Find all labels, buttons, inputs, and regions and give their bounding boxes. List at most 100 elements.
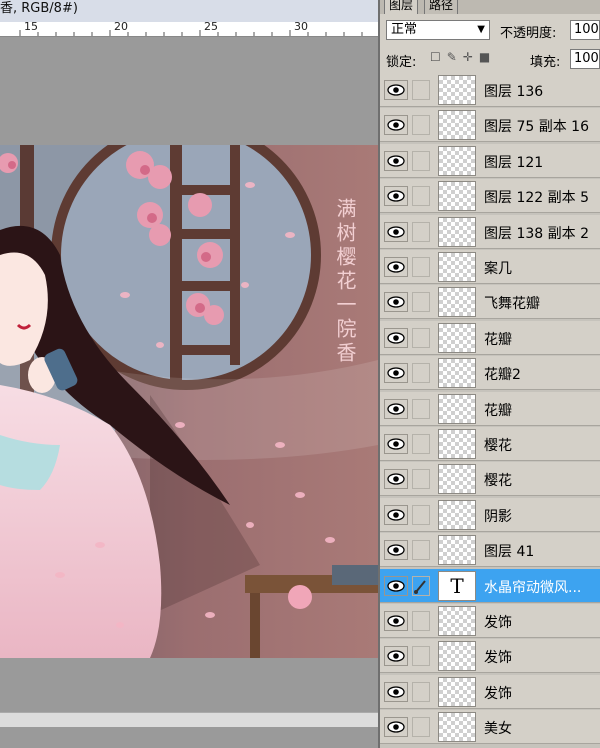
eye-icon[interactable]: [384, 469, 408, 490]
layer-name[interactable]: 图层 41: [484, 541, 534, 561]
layer-row[interactable]: 图层 41: [380, 533, 600, 568]
opacity-input[interactable]: 100: [570, 20, 600, 40]
layer-link-box[interactable]: [412, 80, 430, 100]
layer-name[interactable]: 图层 136: [484, 81, 543, 101]
layer-thumbnail: [438, 145, 476, 176]
layer-row[interactable]: 花瓣2: [380, 356, 600, 391]
artwork-canvas[interactable]: [0, 145, 378, 658]
horizontal-ruler: 15 20 25 30: [0, 20, 378, 37]
layer-name[interactable]: 花瓣: [484, 329, 512, 349]
layer-name[interactable]: 图层 75 副本 16: [484, 116, 589, 136]
layer-link-box[interactable]: [412, 363, 430, 384]
eye-icon[interactable]: [384, 257, 408, 277]
layer-name[interactable]: 图层 121: [484, 152, 543, 172]
layer-link-box[interactable]: [412, 257, 430, 277]
layer-link-box[interactable]: [412, 469, 430, 490]
eye-icon[interactable]: [384, 327, 408, 348]
layer-link-box[interactable]: [412, 717, 430, 738]
layer-row[interactable]: 花瓣: [380, 320, 600, 355]
layer-name[interactable]: 樱花: [484, 470, 512, 490]
layer-row[interactable]: T 水晶帘动微风...: [380, 568, 600, 603]
layer-row[interactable]: 发饰: [380, 604, 600, 638]
illustration: [0, 145, 378, 658]
opacity-label: 不透明度:: [500, 26, 557, 41]
brush-link-icon[interactable]: [412, 575, 430, 596]
layer-row[interactable]: 樱花: [380, 462, 600, 497]
eye-icon[interactable]: [384, 611, 408, 631]
layer-row[interactable]: 花瓣: [380, 391, 600, 426]
layer-name[interactable]: 花瓣: [484, 400, 512, 420]
eye-icon[interactable]: [384, 221, 408, 242]
layer-name[interactable]: 图层 138 副本 2: [484, 223, 589, 243]
eye-icon[interactable]: [384, 504, 408, 525]
layer-name[interactable]: 飞舞花瓣: [484, 293, 540, 313]
layer-name[interactable]: 美女: [484, 718, 512, 738]
layer-row[interactable]: 图层 121: [380, 143, 600, 178]
poem-text: 满树樱花一院香: [333, 198, 357, 366]
layer-name[interactable]: 发饰: [484, 683, 512, 703]
layer-row[interactable]: 图层 136: [380, 73, 600, 107]
fill-label: 填充:: [530, 55, 561, 70]
tab-layers[interactable]: 图层: [384, 0, 419, 14]
layer-row[interactable]: 发饰: [380, 674, 600, 709]
eye-icon[interactable]: [384, 186, 408, 207]
layer-link-box[interactable]: [412, 540, 430, 561]
layer-thumbnail: [438, 110, 476, 141]
eye-icon[interactable]: [384, 115, 408, 136]
layer-row[interactable]: 图层 138 副本 2: [380, 214, 600, 249]
layer-name[interactable]: 樱花: [484, 435, 512, 455]
layer-name[interactable]: 阴影: [484, 506, 512, 526]
layer-thumbnail: [438, 252, 476, 282]
layer-row[interactable]: 图层 122 副本 5: [380, 179, 600, 214]
eye-icon[interactable]: [384, 398, 408, 419]
eye-icon[interactable]: [384, 717, 408, 738]
layer-thumbnail: [438, 499, 476, 530]
layer-thumbnail: [438, 181, 476, 212]
layer-link-box[interactable]: [412, 646, 430, 667]
move-icon[interactable]: ✛: [463, 50, 479, 64]
layer-name[interactable]: 图层 122 副本 5: [484, 187, 589, 207]
layer-name[interactable]: 水晶帘动微风...: [484, 577, 581, 597]
eye-icon[interactable]: [384, 80, 408, 100]
fill-input[interactable]: 100: [570, 49, 600, 69]
brush-link-icon[interactable]: ✎: [447, 50, 463, 64]
layer-link-box[interactable]: [412, 292, 430, 313]
horizontal-scrollbar[interactable]: [0, 712, 378, 727]
layer-link-box[interactable]: [412, 681, 430, 702]
layer-row[interactable]: 樱花: [380, 427, 600, 461]
layer-link-box[interactable]: [412, 150, 430, 171]
eye-icon[interactable]: [384, 434, 408, 454]
lock-icon[interactable]: ■: [479, 50, 496, 64]
layer-name[interactable]: 花瓣2: [484, 364, 521, 384]
layer-name[interactable]: 发饰: [484, 647, 512, 667]
layer-row[interactable]: 发饰: [380, 639, 600, 674]
eye-icon[interactable]: [384, 363, 408, 384]
eye-icon[interactable]: [384, 646, 408, 667]
eye-icon[interactable]: [384, 681, 408, 702]
eye-icon[interactable]: [384, 292, 408, 313]
layer-name[interactable]: 案几: [484, 258, 512, 278]
layer-link-box[interactable]: [412, 327, 430, 348]
layer-row[interactable]: 案几: [380, 250, 600, 284]
eye-icon[interactable]: [384, 150, 408, 171]
layer-link-box[interactable]: [412, 221, 430, 242]
lock-transparency-icon[interactable]: ☐: [430, 50, 447, 64]
layer-link-box[interactable]: [412, 434, 430, 454]
tab-paths[interactable]: 路径: [424, 0, 459, 14]
layer-link-box[interactable]: [412, 504, 430, 525]
eye-icon[interactable]: [384, 540, 408, 561]
layer-thumbnail: [438, 606, 476, 636]
layer-row[interactable]: 阴影: [380, 497, 600, 532]
layer-name[interactable]: 发饰: [484, 612, 512, 632]
layer-link-box[interactable]: [412, 398, 430, 419]
layer-thumbnail: [438, 429, 476, 459]
eye-icon[interactable]: [384, 575, 408, 596]
layer-row[interactable]: 飞舞花瓣: [380, 285, 600, 320]
layer-link-box[interactable]: [412, 186, 430, 207]
layer-link-box[interactable]: [412, 115, 430, 136]
layer-row[interactable]: 图层 75 副本 16: [380, 108, 600, 143]
layer-link-box[interactable]: [412, 611, 430, 631]
layer-row[interactable]: 美女: [380, 710, 600, 745]
layers-list: 图层 136 图层 75 副本 16 图层 121 图层 122 副本 5 图层 138…: [380, 73, 600, 748]
blend-mode-select[interactable]: 正常 ▼: [386, 20, 490, 40]
